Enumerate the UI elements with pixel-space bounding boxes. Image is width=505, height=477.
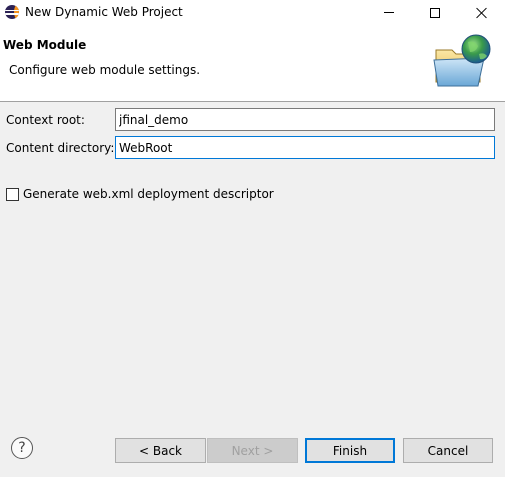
generate-descriptor-option[interactable]: Generate web.xml deployment descriptor: [6, 187, 274, 201]
cancel-button[interactable]: Cancel: [403, 438, 493, 463]
minimize-icon: [384, 12, 394, 13]
content-directory-label: Content directory:: [6, 141, 115, 155]
help-button[interactable]: ?: [11, 437, 33, 459]
page-title: Web Module: [3, 38, 87, 52]
help-icon: ?: [18, 440, 26, 456]
context-root-input[interactable]: [115, 108, 495, 131]
wizard-banner: Web Module Configure web module settings…: [0, 25, 505, 102]
finish-button[interactable]: Finish: [305, 438, 395, 463]
folder-globe-icon: [433, 34, 491, 87]
generate-descriptor-label: Generate web.xml deployment descriptor: [23, 187, 274, 201]
context-root-label: Context root:: [6, 113, 85, 127]
eclipse-icon: [5, 5, 19, 19]
generate-descriptor-checkbox[interactable]: [6, 187, 19, 201]
window-title: New Dynamic Web Project: [25, 5, 183, 19]
close-button[interactable]: [458, 0, 504, 25]
close-icon: [475, 7, 487, 19]
title-bar: New Dynamic Web Project: [0, 0, 505, 25]
next-button[interactable]: Next >: [207, 438, 298, 463]
page-description: Configure web module settings.: [9, 63, 201, 77]
content-directory-input[interactable]: [115, 136, 495, 159]
maximize-button[interactable]: [412, 0, 458, 25]
minimize-button[interactable]: [366, 0, 412, 25]
back-button[interactable]: < Back: [115, 438, 206, 463]
maximize-icon: [430, 7, 440, 18]
